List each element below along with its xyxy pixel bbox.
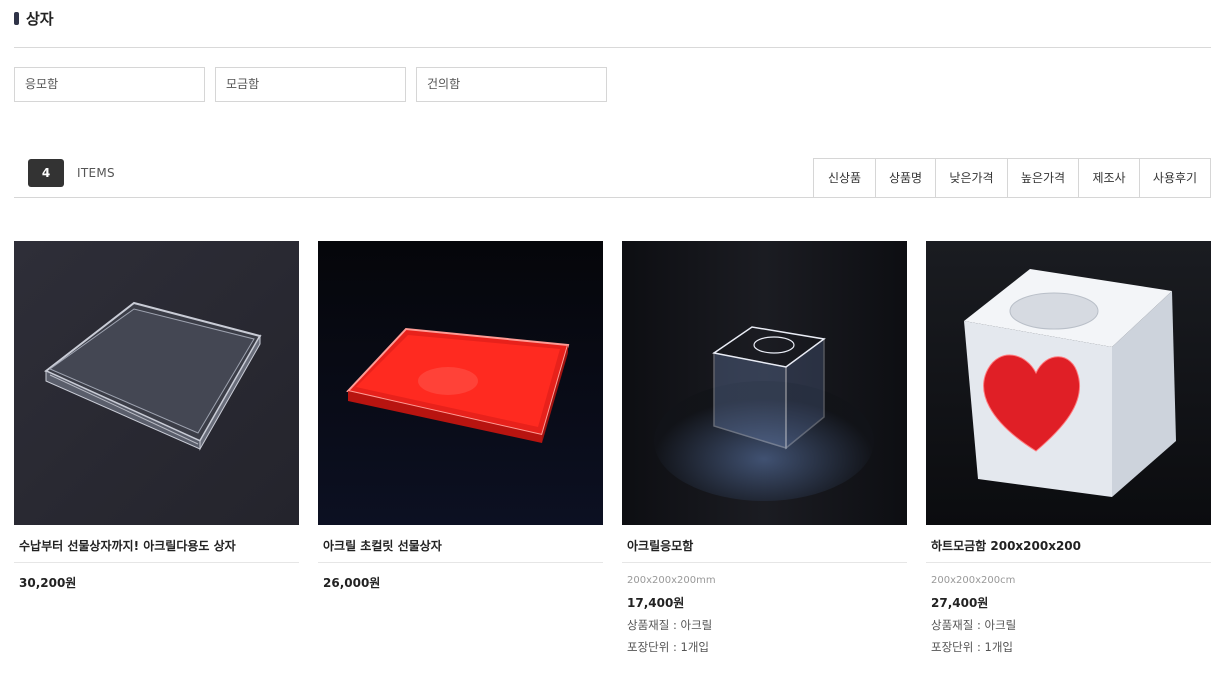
items-label: ITEMS <box>77 166 115 180</box>
product-image-white-heart-box[interactable] <box>926 241 1211 525</box>
product-card: 하트모금함 200x200x200 200x200x200cm 27,400원 … <box>926 241 1211 655</box>
product-price: 26,000원 <box>323 576 381 590</box>
sort-newest[interactable]: 신상품 <box>814 159 875 198</box>
product-image-clear-acrylic-tray[interactable] <box>14 241 299 525</box>
product-price: 30,200원 <box>19 576 77 590</box>
product-name[interactable]: 하트모금함 200x200x200 <box>926 525 1211 559</box>
product-unit: 포장단위 : 1개입 <box>931 640 1013 654</box>
product-card: 아크릴 초컬릿 선물상자 26,000원 <box>318 241 603 655</box>
subcategory-list: 응모함 모금함 건의함 <box>14 67 617 102</box>
product-image-clear-acrylic-cube[interactable] <box>622 241 907 525</box>
list-divider <box>14 197 1211 198</box>
product-name[interactable]: 수납부터 선물상자까지! 아크릴다용도 상자 <box>14 525 299 559</box>
subcategory-suggestion-box[interactable]: 건의함 <box>416 67 607 102</box>
page-title-bar: 상자 <box>14 8 54 28</box>
item-count-badge: 4 <box>28 159 64 187</box>
product-grid: 수납부터 선물상자까지! 아크릴다용도 상자 30,200원 아크릴 초컬릿 선… <box>14 241 1211 655</box>
product-material: 상품재질 : 아크릴 <box>627 618 713 632</box>
product-price: 17,400원 <box>627 596 685 610</box>
product-card: 아크릴응모함 200x200x200mm 17,400원 상품재질 : 아크릴 … <box>622 241 907 655</box>
sort-manufacturer[interactable]: 제조사 <box>1078 159 1139 198</box>
sort-reviews[interactable]: 사용후기 <box>1139 159 1210 198</box>
product-card: 수납부터 선물상자까지! 아크릴다용도 상자 30,200원 <box>14 241 299 655</box>
product-name[interactable]: 아크릴 초컬릿 선물상자 <box>318 525 603 559</box>
product-unit: 포장단위 : 1개입 <box>627 640 709 654</box>
sort-name[interactable]: 상품명 <box>875 159 935 198</box>
product-spec: 200x200x200cm <box>931 575 1016 586</box>
sort-high-price[interactable]: 높은가격 <box>1007 159 1078 198</box>
title-divider <box>14 47 1211 48</box>
page-title: 상자 <box>26 9 54 28</box>
sort-low-price[interactable]: 낮은가격 <box>935 159 1007 198</box>
product-material: 상품재질 : 아크릴 <box>931 618 1017 632</box>
subcategory-entry-box[interactable]: 응모함 <box>14 67 205 102</box>
title-marker <box>14 11 19 25</box>
product-spec: 200x200x200mm <box>627 575 716 586</box>
subcategory-donation-box[interactable]: 모금함 <box>215 67 406 102</box>
product-image-red-acrylic-box[interactable] <box>318 241 603 525</box>
product-price: 27,400원 <box>931 596 989 610</box>
product-name[interactable]: 아크릴응모함 <box>622 525 907 559</box>
sort-bar: 신상품 상품명 낮은가격 높은가격 제조사 사용후기 <box>813 158 1211 198</box>
